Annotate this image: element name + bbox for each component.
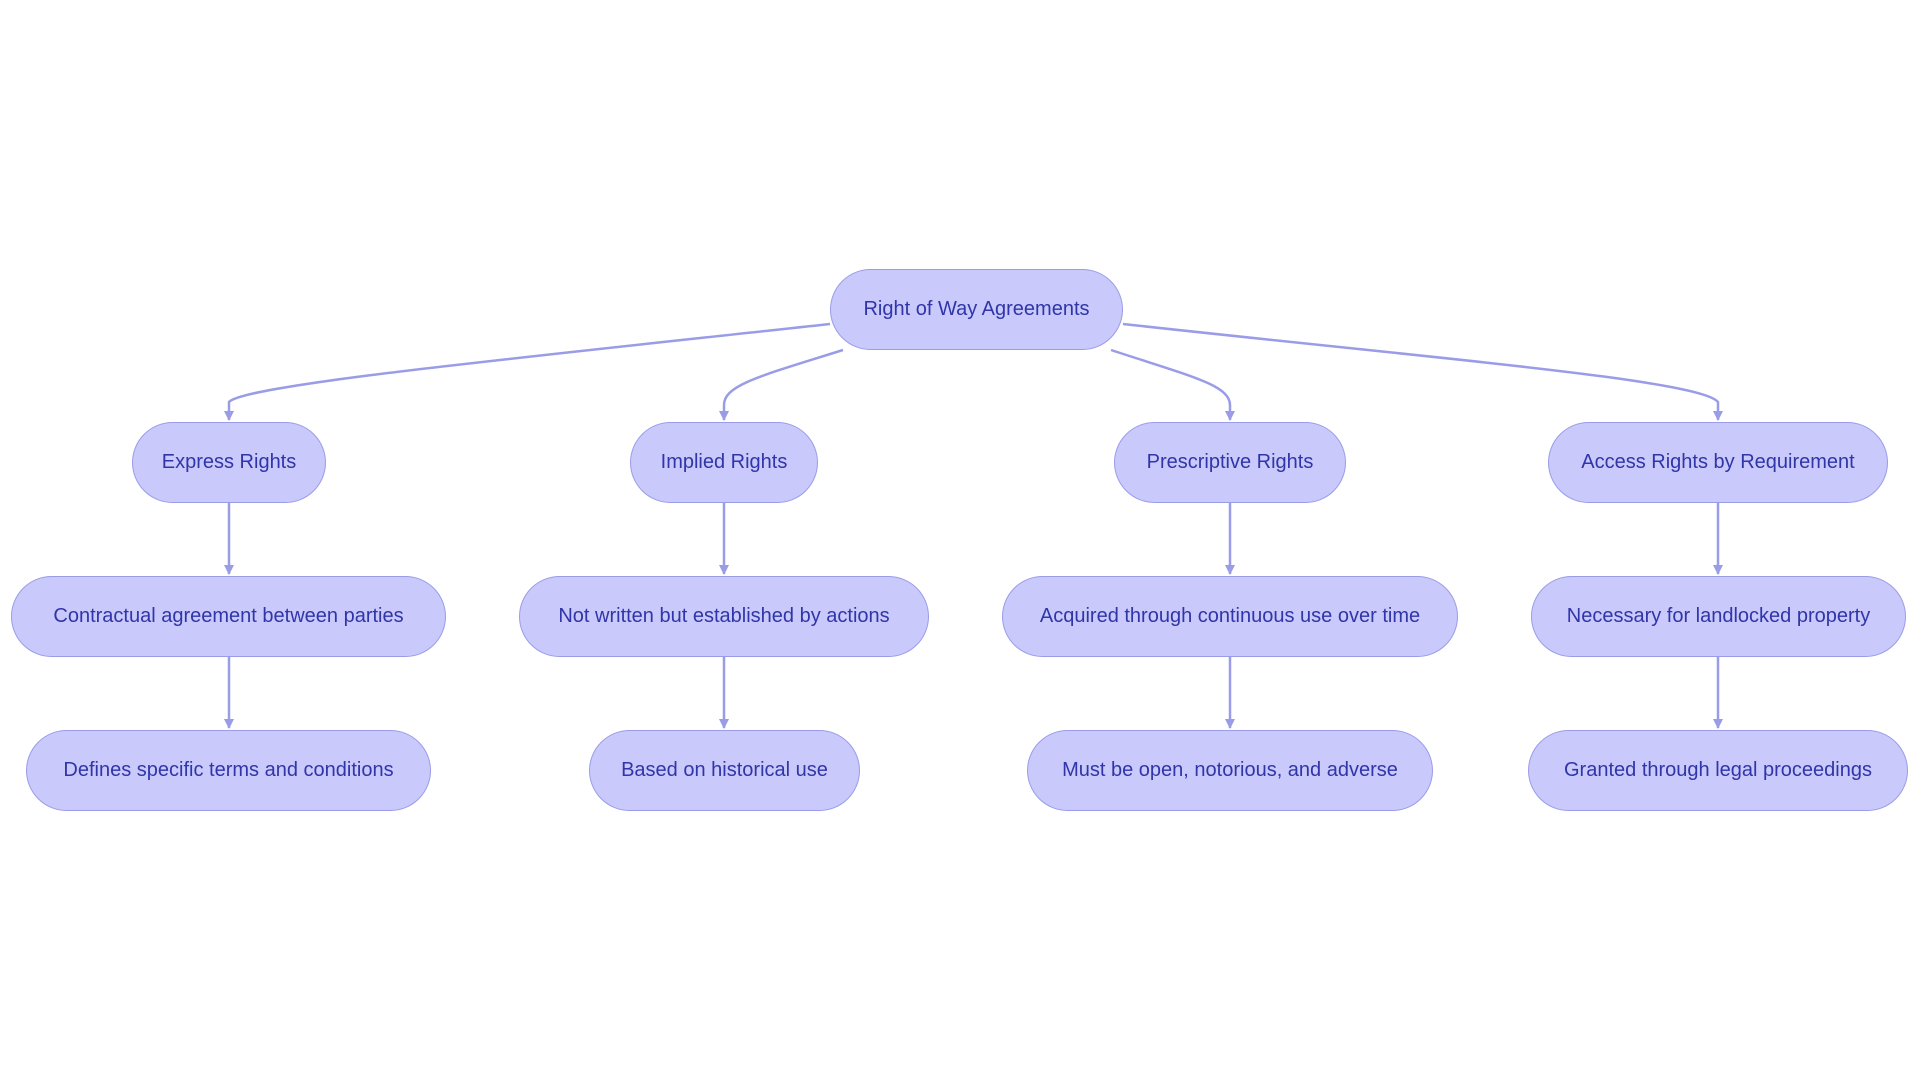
node-prescriptive-rights[interactable]: Prescriptive Rights: [1114, 422, 1346, 503]
node-label: Express Rights: [161, 451, 297, 473]
node-implied-rights[interactable]: Implied Rights: [630, 422, 818, 503]
node-label: Right of Way Agreements: [863, 298, 1090, 320]
node-prescriptive-detail-2[interactable]: Must be open, notorious, and adverse: [1027, 730, 1433, 811]
edge-root-access: [1122, 322, 1723, 421]
edge-root-implied: [719, 348, 844, 421]
node-label: Granted through legal proceedings: [1564, 759, 1872, 781]
node-label: Necessary for landlocked property: [1566, 605, 1871, 627]
node-implied-detail-1[interactable]: Not written but established by actions: [519, 576, 929, 657]
node-access-detail-1[interactable]: Necessary for landlocked property: [1531, 576, 1906, 657]
edges-layer: [224, 322, 1723, 729]
node-implied-detail-2[interactable]: Based on historical use: [589, 730, 860, 811]
node-label: Must be open, notorious, and adverse: [1062, 759, 1398, 781]
edge-root-express: [224, 322, 831, 421]
node-label: Defines specific terms and conditions: [63, 759, 394, 781]
node-label: Implied Rights: [660, 451, 788, 473]
node-label: Not written but established by actions: [558, 605, 890, 627]
node-root[interactable]: Right of Way Agreements: [830, 269, 1123, 350]
node-express-rights[interactable]: Express Rights: [132, 422, 326, 503]
node-label: Acquired through continuous use over tim…: [1039, 605, 1421, 627]
node-express-detail-2[interactable]: Defines specific terms and conditions: [26, 730, 431, 811]
edge-root-prescriptive: [1110, 348, 1235, 421]
node-label: Contractual agreement between parties: [53, 605, 404, 627]
node-label: Based on historical use: [621, 759, 828, 781]
node-prescriptive-detail-1[interactable]: Acquired through continuous use over tim…: [1002, 576, 1458, 657]
node-label: Access Rights by Requirement: [1581, 451, 1855, 473]
node-access-detail-2[interactable]: Granted through legal proceedings: [1528, 730, 1908, 811]
node-express-detail-1[interactable]: Contractual agreement between parties: [11, 576, 446, 657]
node-label: Prescriptive Rights: [1146, 451, 1314, 473]
node-access-rights[interactable]: Access Rights by Requirement: [1548, 422, 1888, 503]
